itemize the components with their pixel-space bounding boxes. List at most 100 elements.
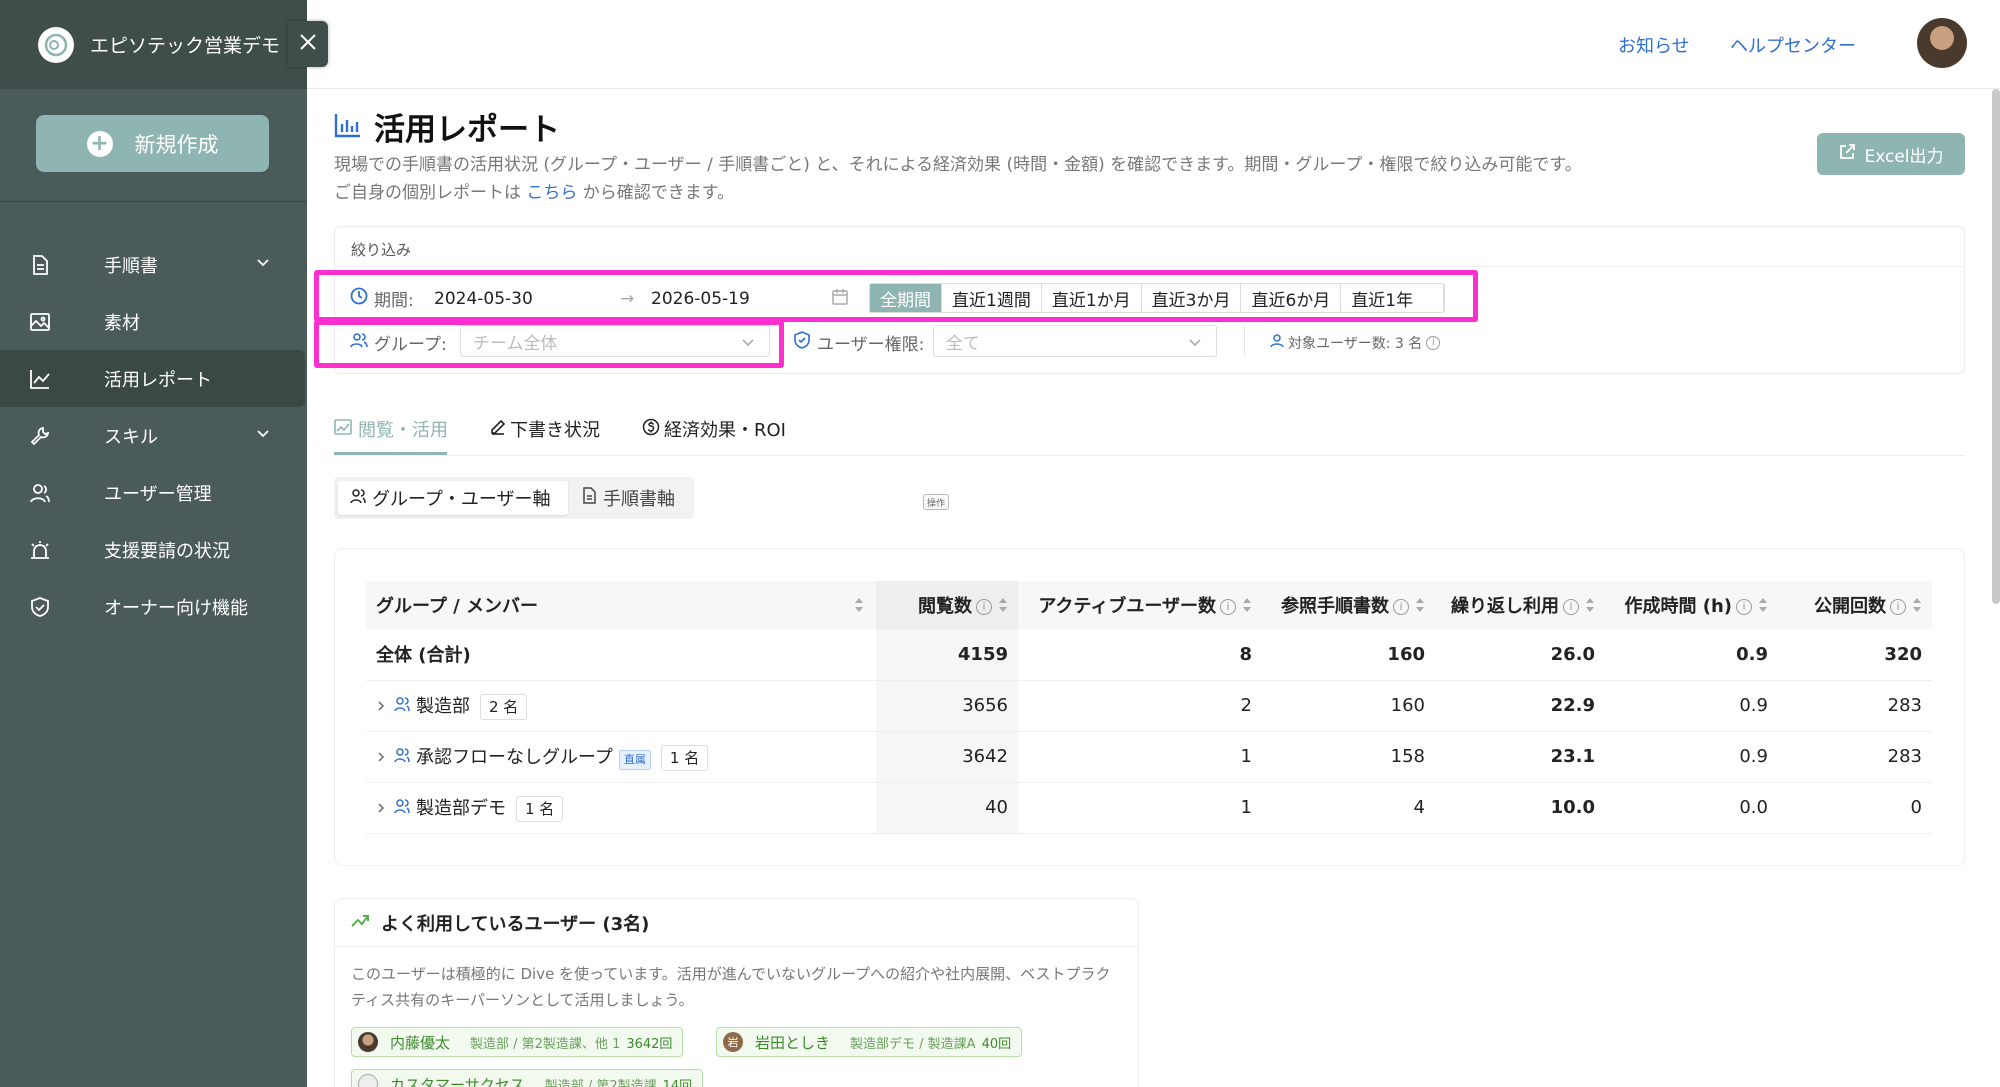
info-icon[interactable]: i: [1220, 599, 1236, 615]
note-prefix: ご自身の個別レポートは: [334, 183, 527, 203]
tab-economic-roi[interactable]: 経済効果・ROI: [642, 416, 786, 442]
user-usage-count: 3642回: [626, 1036, 673, 1052]
bar-chart-icon: [334, 112, 362, 142]
sidebar-item-label: ユーザー管理: [104, 483, 212, 505]
plus-icon: +: [86, 130, 113, 157]
table-row[interactable]: 製造部デモ 1 名 40 1 4 10.0 0.0 0: [366, 782, 1932, 834]
sidebar-item-manuals[interactable]: 手順書: [0, 236, 307, 293]
axis-group-user-button[interactable]: グループ・ユーザー軸: [338, 481, 568, 515]
target-user-count-text: 対象ユーザー数: 3 名: [1288, 336, 1423, 352]
org-name: エピソテック営業デモ: [90, 35, 281, 57]
cell-publish: 0: [1778, 782, 1932, 834]
cell-hours: 0.9: [1605, 731, 1778, 783]
cell-hours: 0.9: [1605, 680, 1778, 732]
chart-line-icon: [28, 367, 52, 391]
sidebar-item-support-requests[interactable]: 支援要請の状況: [0, 521, 307, 578]
external-link-icon: [1838, 143, 1856, 166]
info-icon[interactable]: i: [976, 599, 992, 615]
sidebar-item-skills[interactable]: スキル: [0, 407, 307, 464]
col-header-group-member[interactable]: グループ / メンバー: [366, 581, 876, 629]
sort-icon: [1758, 597, 1768, 618]
note-suffix: から確認できます。: [577, 183, 735, 203]
avatar[interactable]: [1917, 18, 1967, 68]
sidebar-item-user-management[interactable]: ユーザー管理: [0, 464, 307, 521]
col-header-label: 公開回数: [1814, 596, 1886, 617]
direct-badge: 直属: [618, 749, 651, 770]
org-logo-icon: [38, 26, 74, 63]
tab-label: 下書き状況: [510, 420, 600, 441]
sidebar: エピソテック営業デモ + 新規作成 手順書 素材 活用レポート スキル ユーザー…: [0, 0, 307, 1087]
permission-select-value: 全て: [946, 333, 980, 354]
top-user-chip[interactable]: カスタマーサクセス 製造部 / 第2製造課 14回: [351, 1069, 704, 1087]
col-header-ref-manuals[interactable]: 参照手順書数 i: [1262, 581, 1435, 629]
info-icon[interactable]: i: [1736, 599, 1752, 615]
sidebar-nav: 手順書 素材 活用レポート スキル ユーザー管理 支援要請の状況 オーナー向け機…: [0, 236, 307, 635]
page-scrollbar[interactable]: [1992, 89, 2000, 604]
user-name: カスタマーサクセス: [390, 1075, 525, 1087]
tab-views-usage[interactable]: 閲覧・活用: [334, 416, 448, 442]
users-icon: [394, 747, 410, 768]
image-icon: [28, 310, 52, 334]
chevron-right-icon[interactable]: [376, 798, 386, 819]
group-name: 承認フローなしグループ: [416, 746, 613, 768]
group-name: 製造部デモ: [416, 797, 506, 819]
table-row[interactable]: 承認フローなしグループ 直属 1 名 3642 1 158 23.1 0.9 283: [366, 731, 1932, 783]
sidebar-item-label: スキル: [104, 426, 158, 448]
personal-report-link[interactable]: こちら: [526, 183, 577, 203]
sidebar-item-label: 支援要請の状況: [104, 540, 230, 562]
cell-views: 4159: [876, 629, 1018, 681]
user-usage-count: 14回: [662, 1078, 693, 1087]
col-header-label: 閲覧数: [918, 596, 972, 617]
users-icon: [350, 488, 366, 509]
chevron-down-icon: [255, 425, 271, 446]
cell-refs: 160: [1262, 629, 1435, 681]
table-row[interactable]: 製造部 2 名 3656 2 160 22.9 0.9 283: [366, 680, 1932, 732]
avatar: 岩: [723, 1032, 743, 1052]
help-center-link[interactable]: ヘルプセンター: [1730, 32, 1856, 58]
top-user-chip[interactable]: 岩 岩田としき 製造部デモ / 製造課A 40回: [716, 1027, 1023, 1057]
axis-manual-button[interactable]: 手順書軸: [582, 481, 675, 515]
top-users-description: このユーザーは積極的に Dive を使っています。活用が進んでいないグループへの…: [351, 965, 1111, 1009]
active-tab-indicator: [334, 452, 447, 455]
col-header-repeat-use[interactable]: 繰り返し利用 i: [1435, 581, 1605, 629]
col-header-label: 参照手順書数: [1281, 596, 1389, 617]
cell-hours: 0.0: [1605, 782, 1778, 834]
document-icon: [582, 487, 597, 509]
chevron-right-icon[interactable]: [376, 747, 386, 768]
document-icon: [28, 253, 52, 277]
sidebar-item-materials[interactable]: 素材: [0, 293, 307, 350]
info-icon[interactable]: i: [1890, 599, 1906, 615]
info-icon[interactable]: i: [1563, 599, 1579, 615]
pencil-icon: [490, 419, 506, 440]
cell-views: 40: [876, 782, 1018, 834]
personal-report-note: ご自身の個別レポートは こちら から確認できます。: [334, 178, 734, 203]
tab-label: 閲覧・活用: [358, 420, 448, 441]
permission-select[interactable]: 全て: [933, 325, 1217, 357]
table-header-row: グループ / メンバー 閲覧数 i アクティブユーザー数 i 参照手順書数 i 繰り返…: [366, 581, 1932, 629]
sort-icon: [1912, 597, 1922, 618]
info-icon[interactable]: i: [1393, 599, 1409, 615]
tab-draft-status[interactable]: 下書き状況: [490, 416, 600, 442]
col-header-creation-hours[interactable]: 作成時間 (h) i: [1605, 581, 1778, 629]
usage-table: グループ / メンバー 閲覧数 i アクティブユーザー数 i 参照手順書数 i 繰り返…: [366, 581, 1932, 834]
chevron-right-icon[interactable]: [376, 696, 386, 717]
users-icon: [394, 798, 410, 819]
excel-export-button[interactable]: Excel出力: [1817, 133, 1965, 175]
info-icon[interactable]: i: [1426, 336, 1441, 350]
col-header-active-users[interactable]: アクティブユーザー数 i: [1018, 581, 1262, 629]
cell-refs: 158: [1262, 731, 1435, 783]
sidebar-item-label: 手順書: [104, 255, 158, 277]
sort-icon: [1242, 597, 1252, 618]
new-create-button[interactable]: + 新規作成: [36, 115, 269, 172]
top-user-chip[interactable]: 内藤優太 製造部 / 第2製造課、他 1 3642回: [351, 1027, 684, 1057]
new-create-label: 新規作成: [134, 132, 219, 157]
sidebar-divider: [0, 201, 307, 202]
sidebar-item-owner-features[interactable]: オーナー向け機能: [0, 578, 307, 635]
sidebar-item-usage-report[interactable]: 活用レポート: [0, 350, 305, 407]
wrench-icon: [28, 424, 52, 448]
col-header-views[interactable]: 閲覧数 i: [876, 581, 1018, 629]
user-icon: [1270, 334, 1284, 352]
top-users-heading: よく利用しているユーザー (3名): [335, 899, 1138, 947]
news-link[interactable]: お知らせ: [1618, 32, 1690, 58]
col-header-publish-count[interactable]: 公開回数 i: [1778, 581, 1932, 629]
